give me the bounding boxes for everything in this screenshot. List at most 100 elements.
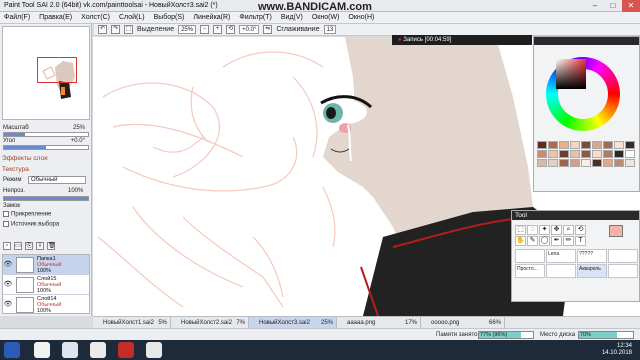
paint-tool-sai-icon[interactable]: [146, 342, 162, 358]
rotate-view-icon[interactable]: ⟲: [575, 225, 586, 235]
brush-slot[interactable]: Акварель: [577, 264, 607, 278]
brush-slot[interactable]: Просто...: [515, 264, 545, 278]
color-swatch[interactable]: [625, 150, 635, 158]
pen-icon[interactable]: ✒: [551, 236, 562, 246]
magic-wand-icon[interactable]: ✦: [539, 225, 550, 235]
selection-source-option[interactable]: Источник выбора: [3, 221, 59, 228]
color-swatch[interactable]: [603, 159, 613, 167]
menu-edit[interactable]: Правка(E): [39, 14, 72, 21]
layer-effects-section[interactable]: Эффекты слоя: [2, 155, 48, 162]
color-swatch[interactable]: [581, 150, 591, 158]
new-layer-icon[interactable]: ▫: [3, 242, 11, 250]
color-swatch[interactable]: [570, 150, 580, 158]
brush-slot[interactable]: [608, 249, 638, 263]
color-swatch[interactable]: [537, 150, 547, 158]
navigator-preview[interactable]: [2, 26, 90, 120]
color-swatch[interactable]: [625, 159, 635, 167]
menu-help[interactable]: Окно(H): [348, 14, 374, 21]
zoom-field[interactable]: 25%: [178, 25, 197, 34]
select-rect-icon[interactable]: ⬚: [515, 225, 526, 235]
shape-icon[interactable]: ◯: [539, 236, 550, 246]
color-swatch[interactable]: [559, 159, 569, 167]
menu-filter[interactable]: Фильтр(T): [239, 14, 271, 21]
color-swatch[interactable]: [614, 159, 624, 167]
new-folder-icon[interactable]: ▭: [14, 242, 22, 250]
text-icon[interactable]: T: [575, 236, 586, 246]
brush-slot[interactable]: [515, 249, 545, 263]
move-icon[interactable]: ✥: [551, 225, 562, 235]
brush-slot[interactable]: [546, 264, 576, 278]
media-player-icon[interactable]: [90, 342, 106, 358]
menu-selection[interactable]: Выбор(S): [154, 14, 185, 21]
layer-row[interactable]: 👁 Слой15 Обычный 100%: [3, 275, 89, 295]
color-swatch[interactable]: [559, 150, 569, 158]
color-swatch[interactable]: [581, 141, 591, 149]
zoom-icon[interactable]: ⌕: [563, 225, 574, 235]
color-swatch[interactable]: [570, 141, 580, 149]
brush-slot[interactable]: [608, 264, 638, 278]
zoom-out-icon[interactable]: −: [200, 25, 210, 34]
angle-field[interactable]: +0.0°: [239, 25, 260, 34]
blend-mode-select[interactable]: Обычный: [28, 176, 86, 184]
color-swatch[interactable]: [581, 159, 591, 167]
opacity-slider[interactable]: [3, 196, 89, 201]
redo-icon[interactable]: ↷: [111, 25, 120, 34]
color-swatch[interactable]: [592, 159, 602, 167]
color-swatch[interactable]: [592, 141, 602, 149]
eyedropper-icon[interactable]: ✎: [527, 236, 538, 246]
menu-layer[interactable]: Слой(L): [119, 14, 145, 21]
clip-option[interactable]: Прикрепление: [3, 211, 51, 218]
texture-section[interactable]: Текстура: [2, 166, 29, 173]
color-swatch[interactable]: [592, 150, 602, 158]
color-swatch[interactable]: [559, 141, 569, 149]
smoothing-field[interactable]: 13: [323, 25, 337, 34]
current-color-swatch[interactable]: [609, 225, 623, 237]
rotate-icon[interactable]: ⟲: [226, 25, 236, 34]
color-swatch[interactable]: [603, 141, 613, 149]
color-swatch[interactable]: [537, 159, 547, 167]
zoom-in-icon[interactable]: +: [213, 25, 223, 34]
start-icon[interactable]: [4, 342, 20, 358]
lasso-icon[interactable]: ◌: [527, 225, 538, 235]
visibility-eye-icon[interactable]: 👁: [3, 280, 13, 290]
explorer-icon[interactable]: [62, 342, 78, 358]
color-swatch[interactable]: [603, 150, 613, 158]
menu-canvas[interactable]: Холст(C): [81, 14, 110, 21]
brush-slot[interactable]: ?????: [577, 249, 607, 263]
copy-layer-icon[interactable]: ⎘: [25, 242, 33, 250]
menu-window[interactable]: Окно(W): [312, 14, 340, 21]
bandicam-icon[interactable]: [118, 342, 134, 358]
color-swatch[interactable]: [548, 159, 558, 167]
delete-layer-icon[interactable]: 🗑: [47, 242, 56, 250]
minimize-button[interactable]: –: [586, 0, 604, 12]
layer-row[interactable]: 👁 Слой14 Обычный 100%: [3, 295, 89, 314]
undo-icon[interactable]: ↶: [98, 25, 107, 34]
maximize-button[interactable]: □: [604, 0, 622, 12]
color-swatch[interactable]: [614, 141, 624, 149]
selection-source-checkbox[interactable]: [3, 221, 9, 227]
close-button[interactable]: ✕: [622, 0, 640, 12]
brush-slot[interactable]: Lena: [546, 249, 576, 263]
angle-slider[interactable]: [3, 145, 89, 150]
color-swatch[interactable]: [570, 159, 580, 167]
yandex-browser-icon[interactable]: [34, 342, 50, 358]
color-swatch[interactable]: [614, 150, 624, 158]
color-swatch[interactable]: [548, 150, 558, 158]
visibility-eye-icon[interactable]: 👁: [3, 260, 13, 270]
layer-folder[interactable]: 👁 Папка1 Обычный 100%: [3, 255, 89, 275]
selection-icon[interactable]: ⬚: [124, 25, 133, 34]
color-swatch[interactable]: [548, 141, 558, 149]
scale-slider[interactable]: [3, 132, 89, 137]
visibility-eye-icon[interactable]: 👁: [3, 300, 13, 310]
hand-icon[interactable]: ✋: [515, 236, 526, 246]
brush-icon[interactable]: ✏: [563, 236, 574, 246]
saturation-value-square[interactable]: [556, 59, 586, 89]
flip-icon[interactable]: ⇋: [263, 25, 273, 34]
system-clock[interactable]: 12:34 14.10.2018: [602, 343, 632, 357]
menu-file[interactable]: Файл(F): [4, 14, 30, 21]
menu-view[interactable]: Вид(V): [281, 14, 303, 21]
menu-ruler[interactable]: Линейка(R): [193, 14, 230, 21]
color-swatch[interactable]: [625, 141, 635, 149]
merge-icon[interactable]: ⇩: [36, 242, 44, 250]
clip-checkbox[interactable]: [3, 211, 9, 217]
